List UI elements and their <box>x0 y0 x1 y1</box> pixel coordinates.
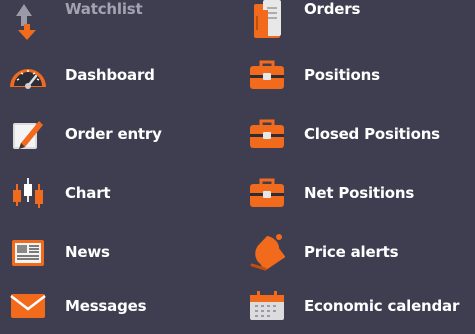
menu-item-label: Closed Positions <box>304 124 440 143</box>
menu-item-label: Price alerts <box>304 242 399 261</box>
menu-item-chart[interactable]: Chart <box>8 163 162 222</box>
menu-item-price-alerts[interactable]: Price alerts <box>247 222 459 281</box>
candlestick-icon <box>8 173 48 213</box>
menu-item-messages[interactable]: Messages <box>8 281 162 331</box>
menu-item-dashboard[interactable]: Dashboard <box>8 45 162 104</box>
menu-item-label: Messages <box>65 297 147 315</box>
menu-item-net-positions[interactable]: Net Positions <box>247 163 459 222</box>
menu-item-news[interactable]: News <box>8 222 162 281</box>
menu-item-closed-positions[interactable]: Closed Positions <box>247 104 459 163</box>
order-book-icon <box>247 0 287 40</box>
newspaper-icon <box>8 232 48 272</box>
menu-item-watchlist[interactable]: Watchlist <box>8 0 162 45</box>
right-menu-column: Orders Positions Closed Positions Net Po… <box>247 0 459 331</box>
menu-item-positions[interactable]: Positions <box>247 45 459 104</box>
bell-icon <box>247 232 287 272</box>
envelope-icon <box>8 286 48 326</box>
menu-item-label: Positions <box>304 65 380 84</box>
left-menu-column: Watchlist Dashboard Order entry Chart Ne… <box>8 0 162 331</box>
menu-item-label: News <box>65 242 110 261</box>
menu-item-label: Orders <box>304 0 361 18</box>
briefcase-icon <box>247 114 287 154</box>
menu-item-orders[interactable]: Orders <box>247 0 459 45</box>
pen-icon <box>8 114 48 154</box>
briefcase-icon <box>247 55 287 95</box>
menu-item-label: Watchlist <box>65 0 143 18</box>
navigation-menu: Watchlist Dashboard Order entry Chart Ne… <box>0 0 475 334</box>
menu-item-label: Dashboard <box>65 65 155 84</box>
menu-item-label: Economic calendar <box>304 297 460 315</box>
briefcase-icon <box>247 173 287 213</box>
menu-item-economic-calendar[interactable]: Economic calendar <box>247 281 459 331</box>
calendar-icon <box>247 286 287 326</box>
menu-item-label: Chart <box>65 183 111 202</box>
menu-item-order-entry[interactable]: Order entry <box>8 104 162 163</box>
menu-item-label: Net Positions <box>304 183 415 202</box>
menu-item-label: Order entry <box>65 124 162 143</box>
watchlist-arrows-icon <box>8 0 48 40</box>
speedometer-icon <box>8 55 48 95</box>
